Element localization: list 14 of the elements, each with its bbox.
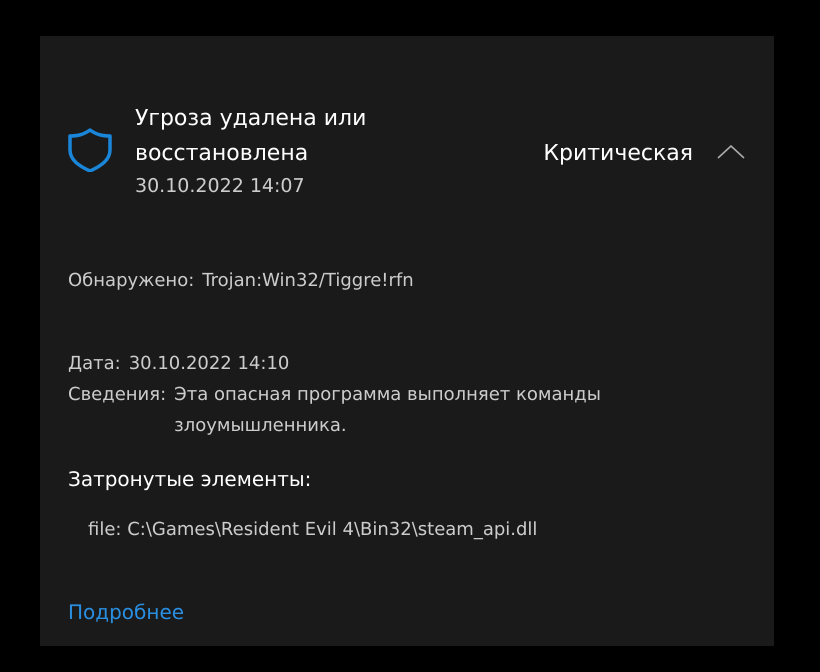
detail-label: Сведения: [68, 383, 166, 407]
detail-value: 30.10.2022 14:10 [128, 352, 290, 376]
detail-label: Дата: [68, 352, 121, 376]
detected-value: Trojan:Win32/Tiggre!rfn [202, 269, 415, 293]
detail-value: Эта опасная программа выполняет команды злоумышленника. [174, 383, 602, 438]
severity-label: Критическая [543, 140, 693, 168]
threat-date: 30.10.2022 14:07 [135, 174, 306, 199]
detected-label: Обнаружено: [68, 269, 194, 293]
threat-title: Угроза удалена или восстановлена [135, 105, 368, 168]
affected-file: file: C:\Games\Resident Evil 4\Bin32\steam_api.dll [88, 518, 538, 542]
shield-icon [68, 128, 112, 172]
affected-heading: Затронутые элементы: [68, 466, 312, 493]
collapse-button[interactable] [717, 145, 745, 159]
more-link[interactable]: Подробнее [68, 597, 184, 627]
